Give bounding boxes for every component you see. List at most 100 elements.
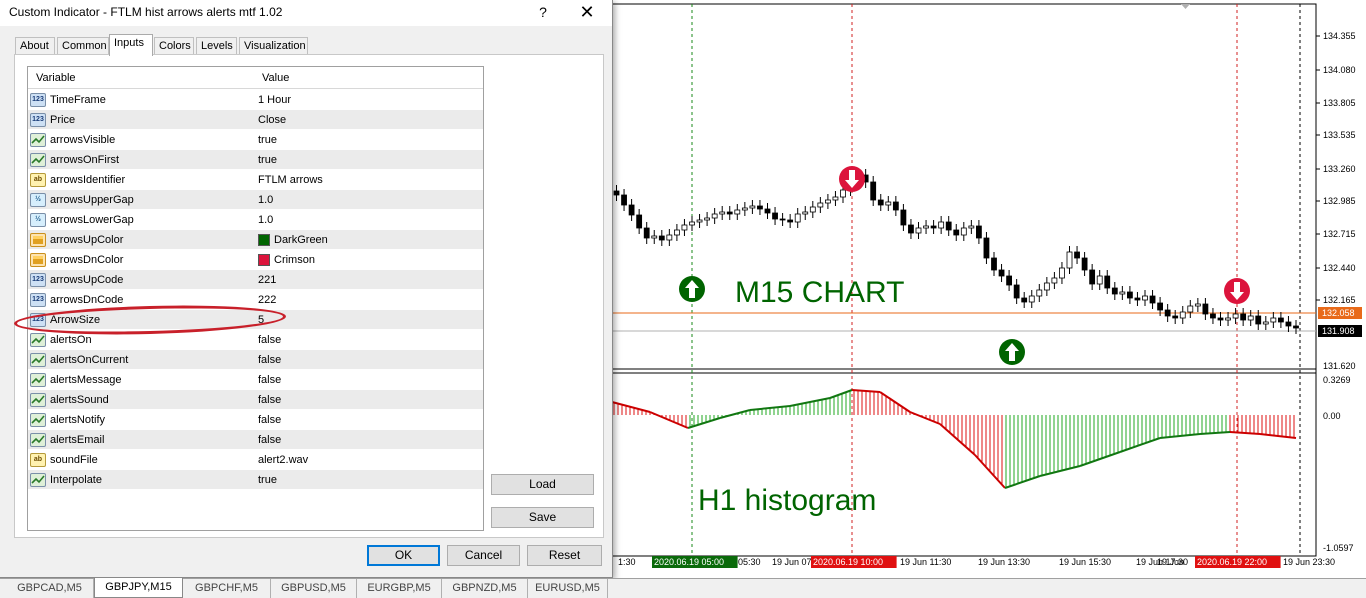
bool-type-icon [30,393,46,407]
candle-body [1074,251,1080,259]
param-value[interactable]: false [258,434,281,446]
reset-button[interactable]: Reset [527,545,602,566]
ok-button[interactable]: OK [367,545,440,566]
symbol-tab[interactable]: EURUSD,M5 [528,579,608,598]
param-value[interactable]: alert2.wav [258,454,308,466]
candle-body [1202,303,1209,315]
save-button[interactable]: Save [491,507,594,528]
candle-body [1225,317,1231,321]
param-row-alertsEmail[interactable]: alertsEmail false [28,430,483,450]
param-value[interactable]: false [258,394,281,406]
param-value[interactable]: 1.0 [258,214,273,226]
tab-inputs[interactable]: Inputs [109,34,153,56]
param-value[interactable]: 222 [258,294,276,306]
param-row-Interpolate[interactable]: Interpolate true [28,470,483,490]
candle-body [1232,313,1239,319]
inputs-grid[interactable]: Variable Value 123 TimeFrame 1 Hour 123 Pric… [27,66,484,531]
param-row-arrowsDnCode[interactable]: 123 arrowsDnCode 222 [28,290,483,310]
candle-body [1194,303,1201,307]
bool-type-icon [30,473,46,487]
symbol-tab[interactable]: GBPJPY,M15 [94,578,183,598]
param-row-arrowsIdentifier[interactable]: ab arrowsIdentifier FTLM arrows [28,170,483,190]
candle-body [825,199,831,204]
tab-common[interactable]: Common [57,37,109,55]
param-row-arrowsLowerGap[interactable]: ½ arrowsLowerGap 1.0 [28,210,483,230]
candle-body [1255,315,1262,325]
candle-body [885,201,892,206]
param-value[interactable]: DarkGreen [274,234,328,246]
tab-visualization[interactable]: Visualization [239,37,308,55]
param-value[interactable]: false [258,354,281,366]
candle-body [1157,302,1163,311]
param-row-arrowsOnFirst[interactable]: arrowsOnFirst true [28,150,483,170]
candle-body [1006,275,1012,286]
bid-price-label: 132.058 [1322,308,1355,318]
candle-body [787,219,794,223]
candle-body [968,225,975,229]
param-value[interactable]: true [258,134,277,146]
candle-body [1240,313,1247,321]
header-variable[interactable]: Variable [36,72,76,84]
symbol-tab[interactable]: GBPCHF,M5 [183,579,271,598]
candle-body [840,189,846,198]
candle-body [757,205,763,210]
param-row-arrowsUpCode[interactable]: 123 arrowsUpCode 221 [28,270,483,290]
num-type-icon: 123 [30,93,46,107]
param-row-soundFile[interactable]: ab soundFile alert2.wav [28,450,483,470]
param-row-arrowsDnColor[interactable]: arrowsDnColor Crimson [28,250,483,270]
str-type-icon: ab [30,173,46,187]
dialog-titlebar[interactable]: Custom Indicator - FTLM hist arrows aler… [0,0,612,26]
header-value[interactable]: Value [262,72,289,84]
candle-body [908,224,914,234]
param-value[interactable]: Crimson [274,254,315,266]
close-button[interactable]: ✕ [572,2,602,24]
param-value[interactable]: 221 [258,274,276,286]
param-value[interactable]: false [258,414,281,426]
param-value[interactable]: false [258,334,281,346]
param-row-alertsOnCurrent[interactable]: alertsOnCurrent false [28,350,483,370]
param-row-alertsNotify[interactable]: alertsNotify false [28,410,483,430]
candle-body [960,227,967,236]
ask-price-label: 131.908 [1322,326,1355,336]
col-type-icon [30,233,46,247]
param-row-alertsSound[interactable]: alertsSound false [28,390,483,410]
tab-about[interactable]: About [15,37,55,55]
symbol-tab[interactable]: GBPCAD,M5 [6,579,94,598]
param-value[interactable]: 1.0 [258,194,273,206]
param-row-Price[interactable]: 123 Price Close [28,110,483,130]
candle-body [674,229,680,236]
candle-body [1172,315,1179,319]
param-value[interactable]: 1 Hour [258,94,291,106]
tab-levels[interactable]: Levels [196,37,237,55]
param-row-arrowsVisible[interactable]: arrowsVisible true [28,130,483,150]
param-name: arrowsIdentifier [50,174,126,186]
candle-body [726,211,733,215]
param-value[interactable]: true [258,154,277,166]
cancel-button[interactable]: Cancel [447,545,520,566]
param-value[interactable]: true [258,474,277,486]
param-name: arrowsUpColor [50,234,124,246]
inputs-panel: Variable Value 123 TimeFrame 1 Hour 123 Pric… [14,54,604,538]
param-row-alertsMessage[interactable]: alertsMessage false [28,370,483,390]
param-name: alertsOnCurrent [50,354,129,366]
candle-body [1051,277,1058,284]
param-name: TimeFrame [50,94,106,106]
param-row-arrowsUpColor[interactable]: arrowsUpColor DarkGreen [28,230,483,250]
load-button[interactable]: Load [491,474,594,495]
param-value[interactable]: false [258,374,281,386]
candle-body [658,235,665,241]
candle-body [779,218,786,221]
time-axis-label: 19 Jun 11:30 [900,557,951,567]
symbol-tab[interactable]: GBPUSD,M5 [271,579,357,598]
price-axis-label: 132.715 [1323,229,1356,239]
symbol-tab[interactable]: GBPNZD,M5 [442,579,528,598]
param-row-TimeFrame[interactable]: 123 TimeFrame 1 Hour [28,90,483,110]
candle-body [930,225,937,229]
param-value[interactable]: Close [258,114,286,126]
symbol-tab[interactable]: EURGBP,M5 [357,579,442,598]
param-row-arrowsUpperGap[interactable]: ½ arrowsUpperGap 1.0 [28,190,483,210]
tab-colors[interactable]: Colors [154,37,194,55]
param-value[interactable]: FTLM arrows [258,174,323,186]
help-button[interactable]: ? [530,3,556,23]
candle-body [900,209,907,226]
